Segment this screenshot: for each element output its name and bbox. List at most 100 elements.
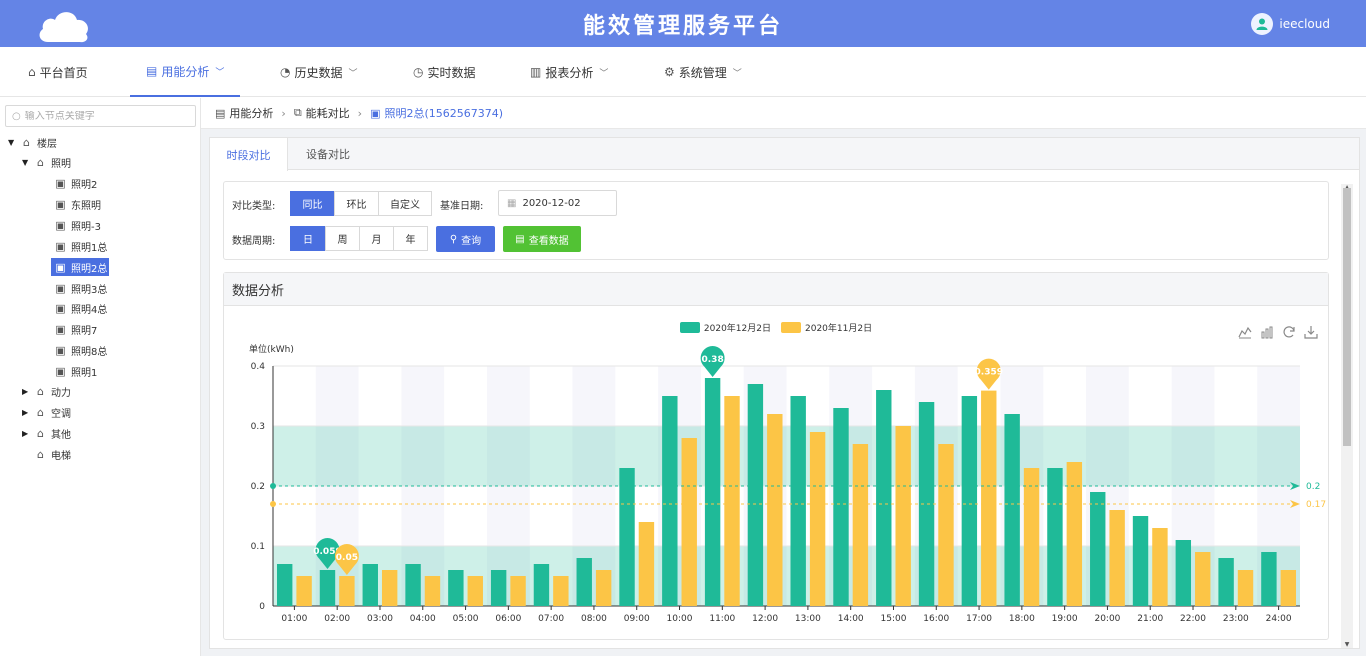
x-tick-label: 08:00 (581, 614, 607, 624)
scrollbar-thumb[interactable] (1343, 188, 1351, 446)
nav-system-management-label: 系统管理 (678, 65, 727, 80)
caret-right-icon[interactable]: ▶ (22, 408, 34, 417)
tree-node-meter[interactable]: ▣ 照明7 (54, 320, 97, 338)
bar-series2 (681, 438, 697, 606)
bar-series1 (490, 570, 507, 606)
chevron-right-icon: › (357, 106, 363, 120)
app-title: 能效管理服务平台 (582, 13, 783, 39)
bar-series1 (833, 408, 849, 606)
gauge-icon: ◔ (280, 65, 291, 79)
bar-series2 (938, 444, 954, 606)
bar-series1 (619, 468, 635, 606)
bar-series2 (339, 576, 355, 606)
nav-home[interactable]: ⌂ 平台首页 (28, 47, 88, 97)
main-nav: ⌂ 平台首页 ▤ 用能分析 ﹀ ◔ 历史数据 ﹀ ◷ 实时数据 ▥ 报表分析 ﹀… (0, 47, 1366, 97)
bar-series1 (1261, 552, 1277, 606)
scroll-down-icon[interactable]: ▼ (1341, 641, 1353, 648)
bar-series1 (533, 564, 550, 606)
y-axis-label: 单位(kWh) (249, 343, 294, 355)
base-date-input[interactable]: ▦ 2020-12-02 (498, 190, 617, 216)
calendar-icon: ▦ (507, 197, 517, 209)
x-tick-label: 19:00 (1052, 614, 1078, 624)
nav-history-data[interactable]: ◔ 历史数据 ﹀ (280, 47, 358, 97)
tree-node-lighting[interactable]: ▼ ⌂ 照明 (22, 153, 71, 171)
compare-type-custom[interactable]: 自定义 (378, 191, 432, 216)
tree-node-label: 照明1总 (71, 242, 108, 254)
breadcrumb-current: 照明2总(1562567374) (384, 107, 504, 120)
tree-search-input[interactable] (24, 110, 185, 122)
breadcrumb-item[interactable]: 用能分析 (229, 105, 273, 121)
nav-energy-analysis[interactable]: ▤ 用能分析 ﹀ (130, 47, 241, 97)
y-tick-label: 0.2 (251, 482, 265, 492)
average-line-label: 0.2 (1306, 482, 1320, 492)
period-day[interactable]: 日 (290, 226, 326, 251)
tree-node-label: 照明-3 (71, 221, 101, 233)
tab-device-compare[interactable]: 设备对比 (288, 138, 368, 170)
bar-series2 (895, 426, 911, 606)
mark-point-label: 0.359 (975, 368, 1003, 378)
user-menu[interactable]: ieecloud (1251, 13, 1330, 35)
compare-type-mom[interactable]: 环比 (334, 191, 379, 216)
tree-node-meter-selected[interactable]: ▣ 照明2总 (51, 258, 110, 276)
bar-series2 (424, 576, 441, 606)
main-content: ▤ 用能分析 › ⧉ 能耗对比 › ▣ 照明2总(1562567374) 时段对… (201, 98, 1366, 656)
tree-node-meter[interactable]: ▣ 照明8总 (54, 341, 107, 359)
meter-icon: ▣ (55, 218, 66, 232)
bar-series2 (767, 414, 783, 606)
nav-system-management[interactable]: ⚙ 系统管理 ﹀ (664, 47, 742, 97)
caret-down-icon[interactable]: ▼ (22, 158, 34, 167)
nav-realtime-data[interactable]: ◷ 实时数据 (413, 47, 476, 97)
nav-report-analysis[interactable]: ▥ 报表分析 ﹀ (530, 47, 608, 97)
tree-node-meter[interactable]: ▣ 照明3总 (54, 279, 107, 297)
bar-series2 (1109, 510, 1125, 606)
tree-node-other[interactable]: ▶ ⌂ 其他 (22, 424, 71, 442)
meter-icon: ▣ (55, 197, 66, 211)
bar-series1 (1175, 540, 1192, 606)
tree-node-elevator[interactable]: ⌂ 电梯 (34, 445, 71, 463)
bar-series2 (809, 432, 826, 606)
base-date-label: 基准日期: (440, 201, 484, 212)
username: ieecloud (1279, 17, 1330, 31)
tab-period-compare[interactable]: 时段对比 (210, 138, 288, 171)
tree-node-meter[interactable]: ▣ 东照明 (54, 195, 101, 213)
bar-series1 (747, 384, 764, 606)
gear-icon: ⚙ (664, 65, 675, 79)
x-tick-label: 04:00 (410, 614, 436, 624)
bar-series2 (638, 522, 655, 606)
x-tick-label: 07:00 (538, 614, 564, 624)
view-data-button[interactable]: ▤ 查看数据 (503, 226, 581, 252)
meter-icon: ▣ (55, 322, 66, 336)
average-line-label: 0.17 (1306, 500, 1326, 510)
building-icon: ⌂ (37, 405, 44, 419)
document-icon: ▤ (146, 64, 158, 78)
period-week[interactable]: 周 (325, 226, 360, 251)
caret-down-icon[interactable]: ▼ (8, 138, 20, 147)
x-tick-label: 10:00 (667, 614, 693, 624)
nav-home-label: 平台首页 (39, 65, 88, 80)
vertical-scrollbar[interactable]: ▲ ▼ (1341, 184, 1353, 648)
caret-right-icon[interactable]: ▶ (22, 429, 34, 438)
x-tick-label: 22:00 (1180, 614, 1206, 624)
tree-node-meter[interactable]: ▣ 照明2 (54, 174, 97, 192)
tree-node-aircon[interactable]: ▶ ⌂ 空调 (22, 403, 71, 421)
breadcrumb-item[interactable]: 能耗对比 (306, 105, 350, 121)
meter-icon: ▣ (55, 260, 66, 274)
tree-search-box[interactable]: ○ (5, 105, 196, 127)
period-year[interactable]: 年 (393, 226, 428, 251)
bar-series1 (1218, 558, 1234, 606)
caret-right-icon[interactable]: ▶ (22, 387, 34, 396)
tree-node-meter[interactable]: ▣ 照明1 (54, 362, 97, 380)
bar-series1 (961, 396, 978, 606)
tree-node-power[interactable]: ▶ ⌂ 动力 (22, 382, 71, 400)
query-button[interactable]: ⚲ 查询 (436, 226, 495, 252)
bar-chart: 0 0.1 0.2 0.3 0.4 单位(kWh) 01:00 02:00 03:00 04:00… (249, 343, 1326, 624)
tree-node-meter[interactable]: ▣ 照明1总 (54, 237, 107, 255)
x-tick-label: 16:00 (923, 614, 949, 624)
meter-icon: ▣ (55, 281, 66, 295)
bar-series1 (1047, 468, 1063, 606)
tree-node-meter[interactable]: ▣ 照明-3 (54, 216, 101, 234)
period-month[interactable]: 月 (359, 226, 394, 251)
compare-type-yoy[interactable]: 同比 (290, 191, 335, 216)
tree-node-floor[interactable]: ▼ ⌂ 楼层 (8, 133, 57, 151)
tree-node-meter[interactable]: ▣ 照明4总 (54, 299, 107, 317)
